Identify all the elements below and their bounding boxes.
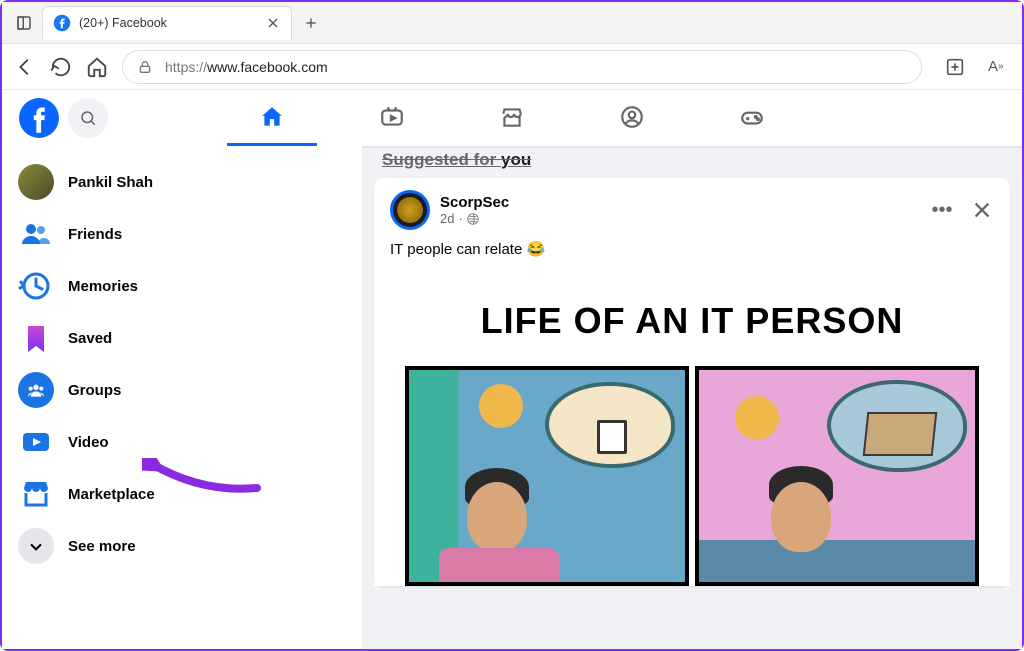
nav-groups[interactable] [587,90,677,146]
post-menu-button[interactable]: ••• [930,198,954,222]
browser-titlebar: (20+) Facebook [2,2,1022,44]
post-timestamp[interactable]: 2d · [440,211,509,226]
nav-marketplace[interactable] [467,90,557,146]
post-page-name[interactable]: ScorpSec [440,194,509,211]
page-avatar-icon[interactable] [390,190,430,230]
address-bar[interactable]: https://www.facebook.com [122,50,922,84]
chevron-down-icon [18,528,54,564]
fb-top-nav [227,90,797,146]
saved-icon [18,320,54,356]
comic-panel-1 [405,366,689,586]
sidebar-item-memories[interactable]: Memories [10,260,354,312]
sidebar-user-name: Pankil Shah [68,174,153,191]
refresh-button[interactable] [50,56,72,78]
sidebar-label-seemore: See more [68,538,136,555]
sidebar-item-marketplace[interactable]: Marketplace [10,468,354,520]
nav-video[interactable] [347,90,437,146]
sidebar-label-video: Video [68,434,109,451]
sidebar-label-saved: Saved [68,330,112,347]
sidebar-label-marketplace: Marketplace [68,486,155,503]
post-header: ScorpSec 2d · ••• [390,190,994,230]
tab-strip: (20+) Facebook [2,6,326,40]
new-tab-button[interactable] [296,8,326,38]
groups-icon [18,372,54,408]
marketplace-icon [18,476,54,512]
post-image-title: LIFE OF AN IT PERSON [374,272,1010,366]
nav-gaming[interactable] [707,90,797,146]
home-button[interactable] [86,56,108,78]
left-sidebar: Pankil Shah Friends Memories Saved Group… [2,146,362,649]
sidebar-label-memories: Memories [68,278,138,295]
browser-toolbar: https://www.facebook.com A» [2,44,1022,90]
content-area: Pankil Shah Friends Memories Saved Group… [2,146,1022,649]
facebook-favicon-icon [53,14,71,32]
sidebar-item-video[interactable]: Video [10,416,354,468]
news-feed: Suggested for you ScorpSec 2d · ••• [362,146,1022,649]
browser-tab[interactable]: (20+) Facebook [42,6,292,40]
sidebar-item-see-more[interactable]: See more [10,520,354,572]
friends-icon [18,216,54,252]
post-close-button[interactable] [970,198,994,222]
memories-icon [18,268,54,304]
tab-actions-icon[interactable] [10,9,38,37]
facebook-logo-icon[interactable] [18,97,60,139]
video-icon [18,424,54,460]
fb-header [2,90,1022,146]
sidebar-profile[interactable]: Pankil Shah [10,156,354,208]
extensions-icon[interactable] [944,56,966,78]
tab-title: (20+) Facebook [79,16,257,30]
sidebar-label-groups: Groups [68,382,121,399]
post-text: IT people can relate 😂 [390,230,994,272]
comic-strip [374,366,1010,586]
close-tab-icon[interactable] [265,15,281,31]
feed-post: ScorpSec 2d · ••• IT people can relate 😂… [374,178,1010,586]
read-aloud-icon[interactable]: A» [988,56,1010,78]
user-avatar-icon [18,164,54,200]
url-text: https://www.facebook.com [165,59,328,75]
sidebar-label-friends: Friends [68,226,122,243]
nav-home[interactable] [227,90,317,146]
suggested-for-you-label: Suggested for you [374,146,1010,178]
sidebar-item-friends[interactable]: Friends [10,208,354,260]
lock-icon [137,59,153,75]
comic-panel-2 [695,366,979,586]
post-image[interactable]: LIFE OF AN IT PERSON [374,272,1010,586]
sidebar-item-saved[interactable]: Saved [10,312,354,364]
back-button[interactable] [14,56,36,78]
sidebar-item-groups[interactable]: Groups [10,364,354,416]
search-button[interactable] [68,98,108,138]
globe-icon [467,213,479,225]
